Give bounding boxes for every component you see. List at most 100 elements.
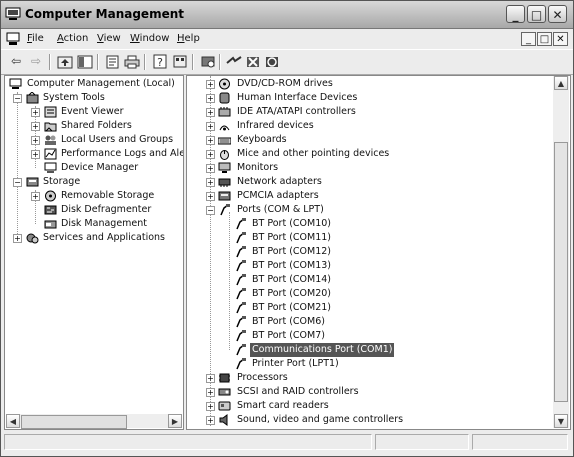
scroll-up-button[interactable]: ▲ bbox=[554, 76, 568, 90]
toolbar-separator bbox=[49, 54, 51, 70]
collapse-icon[interactable]: − bbox=[13, 94, 22, 103]
forward-button[interactable]: ⇨ bbox=[27, 53, 45, 70]
infrared-icon bbox=[219, 125, 230, 131]
device-manager-icon bbox=[44, 162, 57, 173]
port-icon bbox=[220, 204, 230, 216]
help-icon[interactable]: ? bbox=[151, 53, 169, 70]
status-panel bbox=[375, 434, 469, 450]
tree-label: BT Port (COM7) bbox=[252, 330, 325, 341]
scroll-left-button[interactable]: ◀ bbox=[6, 414, 20, 428]
menu-action[interactable]: Action bbox=[57, 33, 88, 44]
disk-management-icon bbox=[44, 220, 57, 229]
tree-label: Keyboards bbox=[237, 134, 287, 145]
mouse-icon bbox=[220, 150, 229, 160]
expand-icon[interactable]: + bbox=[206, 416, 215, 425]
child-close-button[interactable]: ✕ bbox=[553, 32, 568, 46]
expand-icon[interactable]: + bbox=[206, 374, 215, 383]
users-icon bbox=[45, 135, 56, 145]
title-bar[interactable]: Computer Management _ □ ✕ bbox=[1, 1, 573, 29]
scroll-thumb[interactable] bbox=[21, 415, 127, 429]
tree-label: Mice and other pointing devices bbox=[237, 148, 390, 159]
print-icon[interactable] bbox=[123, 53, 141, 70]
expand-icon[interactable]: + bbox=[206, 192, 215, 201]
tree-label: Shared Folders bbox=[61, 120, 132, 131]
horizontal-scrollbar[interactable]: ◀ ▶ bbox=[6, 414, 182, 429]
menu-bar: File Action View Window Help _ □ ✕ bbox=[1, 29, 573, 49]
tree-label: Storage bbox=[43, 176, 81, 187]
uninstall-icon[interactable] bbox=[244, 53, 262, 70]
ide-controller-icon bbox=[218, 107, 231, 117]
tree-label: Device Manager bbox=[61, 162, 139, 173]
expand-icon[interactable]: + bbox=[206, 108, 215, 117]
expand-icon[interactable]: + bbox=[206, 150, 215, 159]
tree-label: Ports (COM & LPT) bbox=[237, 204, 324, 215]
scroll-thumb[interactable] bbox=[554, 142, 568, 402]
expand-icon[interactable]: + bbox=[13, 234, 22, 243]
port-icon bbox=[236, 288, 246, 300]
menu-view[interactable]: View bbox=[97, 33, 121, 44]
tree-label: BT Port (COM10) bbox=[252, 218, 332, 229]
expand-icon[interactable]: + bbox=[206, 388, 215, 397]
keyboard-icon bbox=[218, 137, 231, 145]
maximize-button[interactable]: □ bbox=[527, 5, 546, 23]
port-icon bbox=[236, 274, 246, 286]
port-icon bbox=[236, 358, 246, 370]
update-driver-icon[interactable] bbox=[225, 53, 243, 70]
scroll-right-button[interactable]: ▶ bbox=[168, 414, 182, 428]
expand-icon[interactable]: + bbox=[31, 108, 40, 117]
console-menu-icon[interactable] bbox=[6, 32, 20, 46]
defragmenter-icon bbox=[44, 205, 57, 215]
tree-label: Network adapters bbox=[237, 176, 322, 187]
collapse-icon[interactable]: − bbox=[206, 206, 215, 215]
port-icon bbox=[236, 218, 246, 230]
scan-hardware-icon[interactable] bbox=[199, 53, 217, 70]
expand-icon[interactable]: + bbox=[31, 136, 40, 145]
computer-management-icon bbox=[5, 7, 21, 20]
disable-device-icon[interactable] bbox=[263, 53, 281, 70]
expand-icon[interactable]: + bbox=[206, 122, 215, 131]
menu-window[interactable]: Window bbox=[130, 33, 169, 44]
expand-icon[interactable]: + bbox=[31, 122, 40, 131]
up-one-level-icon[interactable] bbox=[56, 53, 74, 70]
expand-icon[interactable]: + bbox=[206, 80, 215, 89]
tree-label: Performance Logs and Alerts bbox=[61, 148, 184, 159]
network-adapter-icon bbox=[218, 178, 231, 187]
child-restore-button[interactable]: □ bbox=[537, 32, 552, 46]
tools-icon bbox=[26, 92, 39, 104]
shared-folder-icon bbox=[44, 122, 57, 132]
expand-icon[interactable]: + bbox=[206, 164, 215, 173]
properties-icon[interactable] bbox=[104, 53, 122, 70]
expand-icon[interactable]: + bbox=[206, 178, 215, 187]
tree-label-selected: Communications Port (COM1) bbox=[250, 343, 395, 357]
menu-file[interactable]: File bbox=[27, 33, 44, 44]
expand-icon[interactable]: + bbox=[206, 402, 215, 411]
tree-label: Processors bbox=[237, 372, 288, 383]
collapse-icon[interactable]: − bbox=[13, 178, 22, 187]
scroll-down-button[interactable]: ▼ bbox=[554, 414, 568, 428]
device-list-pane[interactable]: + DVD/CD-ROM drives + Human Interface De… bbox=[186, 75, 571, 430]
tree-line bbox=[17, 92, 18, 238]
vertical-scrollbar[interactable]: ▲ ▼ bbox=[553, 76, 569, 428]
child-minimize-button[interactable]: _ bbox=[521, 32, 536, 46]
port-icon bbox=[236, 232, 246, 244]
port-icon bbox=[236, 246, 246, 258]
menu-help[interactable]: Help bbox=[177, 33, 200, 44]
services-icon bbox=[26, 233, 39, 244]
port-icon bbox=[236, 260, 246, 272]
performance-icon bbox=[44, 148, 57, 160]
console-tree-pane[interactable]: Computer Management (Local) − System Too… bbox=[4, 75, 184, 430]
window-title: Computer Management bbox=[25, 7, 184, 21]
scsi-controller-icon bbox=[218, 388, 231, 396]
export-list-icon[interactable] bbox=[171, 53, 189, 70]
expand-icon[interactable]: + bbox=[206, 136, 215, 145]
expand-icon[interactable]: + bbox=[31, 150, 40, 159]
hid-icon bbox=[219, 92, 230, 104]
show-hide-tree-icon[interactable] bbox=[76, 53, 94, 70]
expand-icon[interactable]: + bbox=[206, 94, 215, 103]
expand-icon[interactable]: + bbox=[31, 192, 40, 201]
close-button[interactable]: ✕ bbox=[548, 5, 567, 23]
minimize-button[interactable]: _ bbox=[506, 5, 525, 23]
event-viewer-icon bbox=[44, 106, 57, 118]
back-button[interactable]: ⇦ bbox=[7, 53, 25, 70]
toolbar-separator bbox=[144, 54, 146, 70]
